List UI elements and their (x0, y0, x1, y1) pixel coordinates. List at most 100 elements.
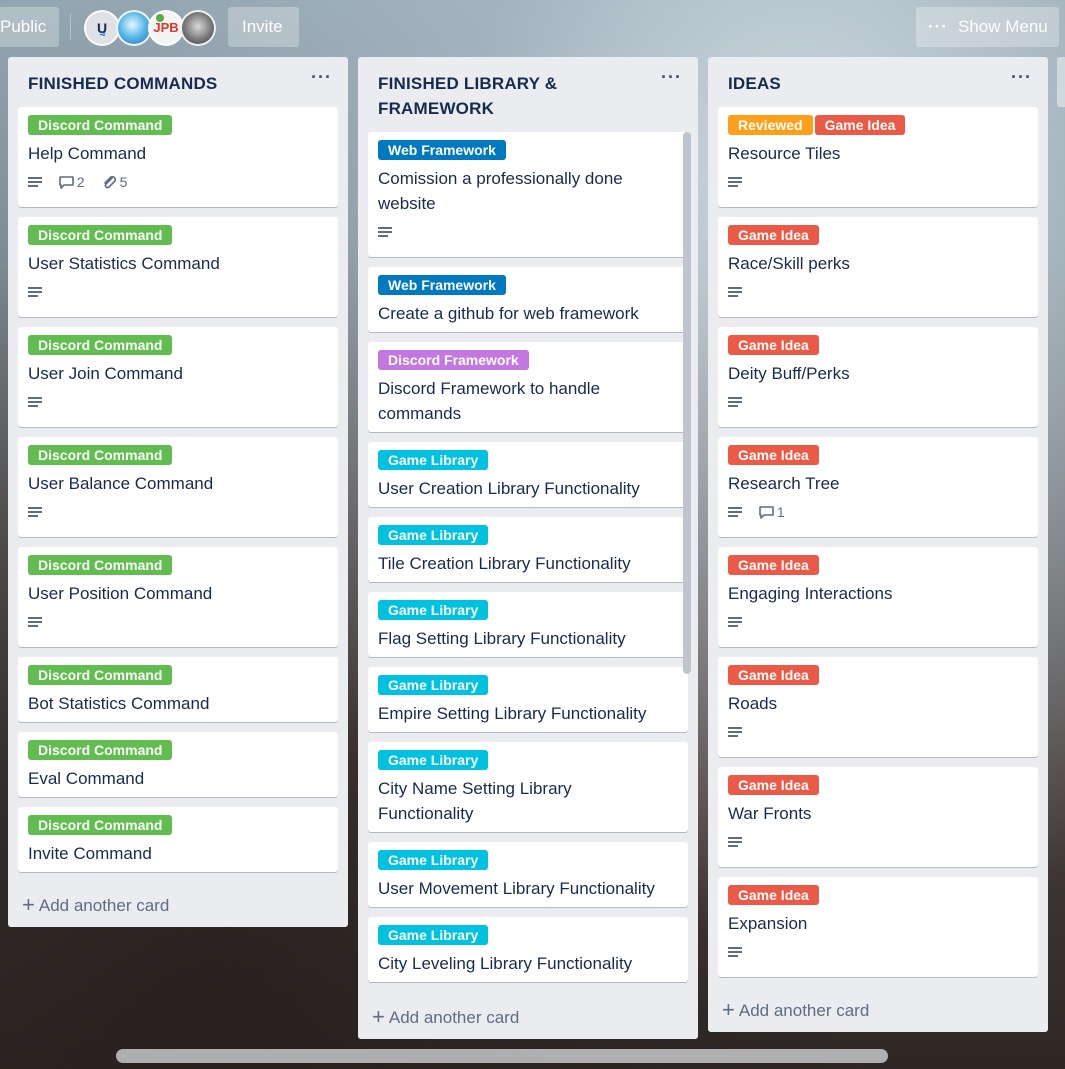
avatar[interactable]: JPB (148, 10, 184, 46)
avatar[interactable] (180, 10, 216, 46)
card[interactable]: Game Idea Engaging Interactions (718, 547, 1038, 647)
card[interactable]: Discord Command User Position Command (18, 547, 338, 647)
card[interactable]: Reviewed Game Idea Resource Tiles (718, 107, 1038, 207)
avatar[interactable] (116, 10, 152, 46)
list-title[interactable]: FINISHED COMMANDS (28, 71, 300, 96)
label-game-library[interactable]: Game Library (378, 675, 489, 695)
label-game-idea[interactable]: Game Idea (728, 775, 819, 795)
card[interactable]: Web Framework Comission a professionally… (368, 132, 688, 257)
label-discord-command[interactable]: Discord Command (28, 445, 173, 465)
comment-count: 2 (76, 173, 85, 190)
list-scrollbar[interactable] (683, 132, 691, 674)
list-header: IDEAS ··· (708, 57, 1048, 96)
card-title-line: Discord Framework to handle (378, 379, 601, 398)
label-discord-command[interactable]: Discord Command (28, 115, 173, 135)
label-game-idea[interactable]: Game Idea (728, 225, 819, 245)
card-title: Deity Buff/Perks (728, 364, 850, 383)
card[interactable]: Web Framework Create a github for web fr… (368, 267, 688, 332)
add-card-label: Add another card (388, 1008, 520, 1027)
card[interactable]: Game Idea Roads (718, 657, 1038, 757)
card-title-line: commands (378, 404, 462, 423)
label-discord-command[interactable]: Discord Command (28, 335, 173, 355)
card[interactable]: Discord Command Invite Command (18, 807, 338, 872)
card-badges (728, 832, 1028, 852)
board-scrollbar[interactable] (116, 1049, 888, 1063)
description-icon (728, 613, 742, 629)
card-title: Tile Creation Library Functionality (378, 554, 631, 573)
label-game-library[interactable]: Game Library (378, 450, 489, 470)
card-badges: 1 (728, 502, 1028, 522)
card[interactable]: Game Library City Name Setting Library Fu… (368, 742, 688, 832)
card[interactable]: Discord Command User Join Command (18, 327, 338, 427)
label-game-library[interactable]: Game Library (378, 525, 489, 545)
board-header: Public U ≈ JPB Invite ··· Show Menu (0, 0, 1065, 56)
list-title[interactable]: IDEAS (728, 71, 1000, 96)
label-game-idea[interactable]: Game Idea (728, 555, 819, 575)
label-discord-command[interactable]: Discord Command (28, 225, 173, 245)
label-game-idea[interactable]: Game Idea (728, 885, 819, 905)
card-title: Eval Command (28, 769, 145, 788)
list-menu-icon[interactable]: ··· (661, 67, 682, 88)
label-game-library[interactable]: Game Library (378, 925, 489, 945)
more-dots-icon: ··· (928, 17, 948, 36)
avatar[interactable]: U ≈ (84, 10, 120, 46)
card[interactable]: Game Idea Research Tree 1 (718, 437, 1038, 537)
label-discord-command[interactable]: Discord Command (28, 555, 173, 575)
label-discord-command[interactable]: Discord Command (28, 665, 173, 685)
card[interactable]: Game Idea Race/Skill perks (718, 217, 1038, 317)
add-card-button[interactable]: + Add another card (22, 893, 169, 918)
card[interactable]: Discord Command Eval Command (18, 732, 338, 797)
label-discord-command[interactable]: Discord Command (28, 815, 173, 835)
add-card-label: Add another card (738, 1001, 870, 1020)
card[interactable]: Game Library Empire Setting Library Func… (368, 667, 688, 732)
label-game-library[interactable]: Game Library (378, 600, 489, 620)
list-menu-icon[interactable]: ··· (1011, 67, 1032, 88)
card[interactable]: Game Library City Leveling Library Funct… (368, 917, 688, 982)
card[interactable]: Game Idea Expansion (718, 877, 1038, 977)
visibility-button[interactable]: Public (0, 7, 59, 47)
show-menu-button[interactable]: ··· Show Menu (916, 7, 1059, 47)
description-icon (28, 173, 42, 189)
card-title: Roads (728, 694, 778, 713)
add-card-button[interactable]: + Add another card (722, 998, 869, 1023)
label-discord-command[interactable]: Discord Command (28, 740, 173, 760)
add-card-label: Add another card (38, 896, 170, 915)
list-title[interactable]: FINISHED LIBRARY & FRAMEWORK (378, 71, 650, 121)
label-reviewed[interactable]: Reviewed (728, 115, 813, 135)
card[interactable]: Game Library Tile Creation Library Funct… (368, 517, 688, 582)
next-list-edge[interactable] (1057, 57, 1065, 107)
card-title: War Fronts (728, 804, 812, 823)
card[interactable]: Game Library User Creation Library Funct… (368, 442, 688, 507)
card[interactable]: Game Library Flag Setting Library Functi… (368, 592, 688, 657)
card[interactable]: Game Library User Movement Library Funct… (368, 842, 688, 907)
label-game-idea[interactable]: Game Idea (814, 115, 906, 135)
label-game-idea[interactable]: Game Idea (728, 445, 819, 465)
card[interactable]: Discord Framework Discord Framework to h… (368, 342, 688, 432)
description-icon (728, 723, 742, 739)
card[interactable]: Discord Command Bot Statistics Command (18, 657, 338, 722)
list-menu-icon[interactable]: ··· (311, 67, 332, 88)
card-badges: 2 5 (28, 172, 328, 192)
card[interactable]: Discord Command User Balance Command (18, 437, 338, 537)
add-card-button[interactable]: + Add another card (372, 1005, 519, 1030)
label-game-idea[interactable]: Game Idea (728, 335, 819, 355)
label-discord-framework[interactable]: Discord Framework (378, 350, 529, 370)
description-icon (728, 393, 742, 409)
card-container: Web Framework Comission a professionally… (368, 132, 688, 992)
list-ideas: IDEAS ··· Reviewed Game Idea Resource Til… (708, 57, 1048, 1032)
card[interactable]: Game Idea Deity Buff/Perks (718, 327, 1038, 427)
invite-button[interactable]: Invite (228, 7, 299, 47)
comments-badge: 1 (758, 503, 785, 520)
card[interactable]: Discord Command User Statistics Command (18, 217, 338, 317)
label-game-library[interactable]: Game Library (378, 850, 489, 870)
card[interactable]: Discord Command Help Command 2 5 (18, 107, 338, 207)
label-game-library[interactable]: Game Library (378, 750, 489, 770)
label-web-framework[interactable]: Web Framework (378, 275, 506, 295)
card-title: Expansion (728, 914, 808, 933)
card-title: Help Command (28, 144, 147, 163)
card[interactable]: Game Idea War Fronts (718, 767, 1038, 867)
label-web-framework[interactable]: Web Framework (378, 140, 506, 160)
card-title: User Balance Command (28, 474, 214, 493)
card-title: User Movement Library Functionality (378, 879, 655, 898)
label-game-idea[interactable]: Game Idea (728, 665, 819, 685)
